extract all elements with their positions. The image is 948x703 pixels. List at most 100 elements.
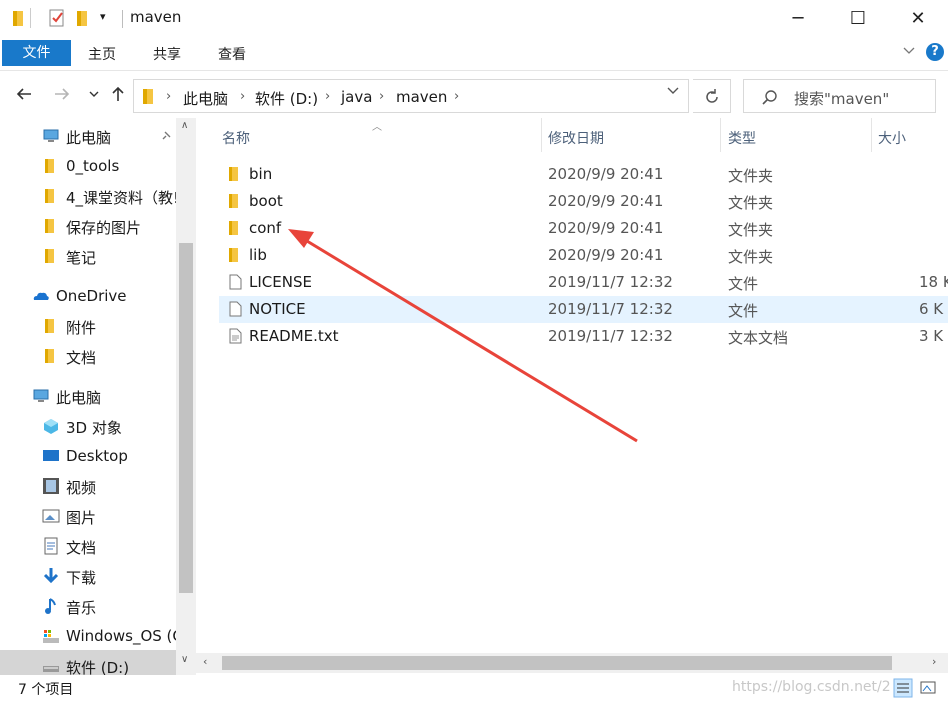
- chevron-right-icon[interactable]: ›: [166, 89, 171, 104]
- scroll-left-icon[interactable]: ‹: [203, 655, 207, 668]
- folder-icon: [45, 159, 54, 173]
- chevron-right-icon[interactable]: ›: [379, 89, 384, 104]
- forward-icon[interactable]: [52, 84, 72, 104]
- file-row-boot[interactable]: boot 2020/9/9 20:41 文件夹: [219, 188, 948, 215]
- file-icon: [229, 274, 242, 290]
- search-box[interactable]: 搜索"maven": [743, 79, 936, 113]
- nav-scrollbar[interactable]: ∧ ∨: [176, 118, 196, 675]
- search-input[interactable]: 搜索"maven": [794, 88, 889, 109]
- file-type: 文件夹: [728, 167, 774, 185]
- drive-d-icon: [43, 666, 59, 672]
- file-row-bin[interactable]: bin 2020/9/9 20:41 文件夹: [219, 161, 948, 188]
- file-name: conf: [249, 219, 282, 237]
- pictures-icon: [42, 509, 60, 523]
- file-name: README.txt: [249, 327, 339, 345]
- file-type: 文件夹: [728, 194, 774, 212]
- scroll-right-icon[interactable]: ›: [932, 655, 936, 668]
- file-row-lib[interactable]: lib 2020/9/9 20:41 文件夹: [219, 242, 948, 269]
- file-size: 3 K: [919, 327, 944, 345]
- column-header-type[interactable]: 类型: [728, 128, 756, 148]
- download-icon: [43, 568, 59, 584]
- file-name: bin: [249, 165, 273, 183]
- recent-locations-icon[interactable]: [84, 84, 104, 104]
- 3d-objects-icon: [44, 419, 58, 434]
- folder-icon: [229, 248, 238, 262]
- breadcrumb-this-pc[interactable]: 此电脑: [183, 88, 228, 109]
- file-type: 文件: [728, 275, 759, 293]
- folder-icon: [45, 189, 54, 203]
- breadcrumb-drive-d[interactable]: 软件 (D:): [255, 88, 318, 109]
- window-title: maven: [130, 8, 182, 26]
- nav-item-label: 音乐: [66, 599, 97, 617]
- file-name: boot: [249, 192, 283, 210]
- title-bar: ▾ maven ─ ☐ ✕: [0, 0, 948, 38]
- details-view-icon[interactable]: [893, 678, 913, 698]
- nav-item-label: 保存的图片: [66, 219, 142, 237]
- nav-item-label: Windows_OS (C: [66, 627, 183, 645]
- pc-icon: [33, 389, 49, 402]
- large-icons-view-icon[interactable]: [918, 678, 938, 698]
- chevron-right-icon[interactable]: ›: [325, 89, 330, 104]
- file-size: 6 K: [919, 300, 944, 318]
- column-divider[interactable]: [541, 118, 542, 152]
- column-header-name[interactable]: 名称: [222, 128, 250, 148]
- file-row-conf[interactable]: conf 2020/9/9 20:41 文件夹: [219, 215, 948, 242]
- horizontal-scrollbar[interactable]: ‹ ›: [196, 653, 948, 673]
- folder-icon: [229, 167, 238, 181]
- tab-home[interactable]: 主页: [88, 44, 116, 64]
- file-date: 2019/11/7 12:32: [548, 300, 673, 318]
- nav-item-label: 0_tools: [66, 157, 120, 175]
- folder-icon[interactable]: [12, 9, 26, 27]
- tab-view[interactable]: 查看: [218, 44, 246, 64]
- tab-file[interactable]: 文件: [2, 40, 71, 66]
- folder-icon: [143, 89, 153, 104]
- back-icon[interactable]: [14, 84, 34, 104]
- refresh-button[interactable]: [693, 79, 731, 113]
- column-divider[interactable]: [720, 118, 721, 152]
- file-row-notice[interactable]: NOTICE 2019/11/7 12:32 文件 6 K: [219, 296, 948, 323]
- breadcrumb-java[interactable]: java: [341, 88, 372, 106]
- nav-item-label: 视频: [66, 479, 97, 497]
- qa-divider: [30, 8, 31, 28]
- scroll-up-icon[interactable]: ∧: [181, 120, 188, 131]
- documents-icon: [44, 537, 58, 555]
- minimize-button[interactable]: ─: [783, 4, 813, 34]
- customize-quick-access-icon[interactable]: ▾: [100, 10, 106, 23]
- properties-icon[interactable]: [48, 9, 66, 27]
- navigation-pane: 此电脑 0_tools 4_课堂资料（教! 保存的图片 笔记 OneDrive …: [0, 118, 196, 675]
- chevron-right-icon[interactable]: ›: [240, 89, 245, 104]
- nav-item-this-pc-pinned[interactable]: 此电脑: [42, 122, 182, 152]
- breadcrumb-maven[interactable]: maven: [396, 88, 447, 106]
- address-bar[interactable]: › 此电脑 › 软件 (D:) › java › maven ›: [133, 79, 689, 113]
- music-icon: [45, 598, 56, 614]
- nav-item-label: 此电脑: [56, 389, 102, 407]
- column-divider[interactable]: [871, 118, 872, 152]
- expand-ribbon-icon[interactable]: [902, 44, 916, 58]
- file-date: 2019/11/7 12:32: [548, 273, 673, 291]
- file-row-readme[interactable]: README.txt 2019/11/7 12:32 文本文档 3 K: [219, 323, 948, 350]
- file-row-license[interactable]: LICENSE 2019/11/7 12:32 文件 18 K: [219, 269, 948, 296]
- pin-icon[interactable]: [160, 130, 172, 142]
- file-type: 文本文档: [728, 329, 789, 347]
- folder-icon: [45, 249, 54, 263]
- ribbon-tabs: 文件 主页 共享 查看 ?: [0, 38, 948, 68]
- nav-item-label: 图片: [66, 509, 97, 527]
- help-icon[interactable]: ?: [926, 43, 944, 61]
- horizontal-scrollbar-thumb[interactable]: [222, 656, 892, 670]
- sort-ascending-icon: ︿: [372, 122, 382, 133]
- scroll-down-icon[interactable]: ∨: [181, 654, 188, 665]
- maximize-button[interactable]: ☐: [843, 4, 873, 34]
- nav-scrollbar-thumb[interactable]: [179, 243, 193, 593]
- column-header-size[interactable]: 大小: [878, 128, 906, 148]
- new-folder-icon[interactable]: [76, 9, 90, 27]
- file-date: 2019/11/7 12:32: [548, 327, 673, 345]
- drive-c-icon: [43, 630, 59, 643]
- column-header-date[interactable]: 修改日期: [548, 128, 604, 148]
- address-dropdown-icon[interactable]: [666, 85, 680, 97]
- chevron-right-icon[interactable]: ›: [454, 89, 459, 104]
- up-icon[interactable]: [108, 84, 128, 104]
- close-button[interactable]: ✕: [903, 4, 933, 34]
- item-count: 7 个项目: [18, 682, 74, 698]
- tab-share[interactable]: 共享: [153, 44, 181, 64]
- file-icon: [229, 301, 242, 317]
